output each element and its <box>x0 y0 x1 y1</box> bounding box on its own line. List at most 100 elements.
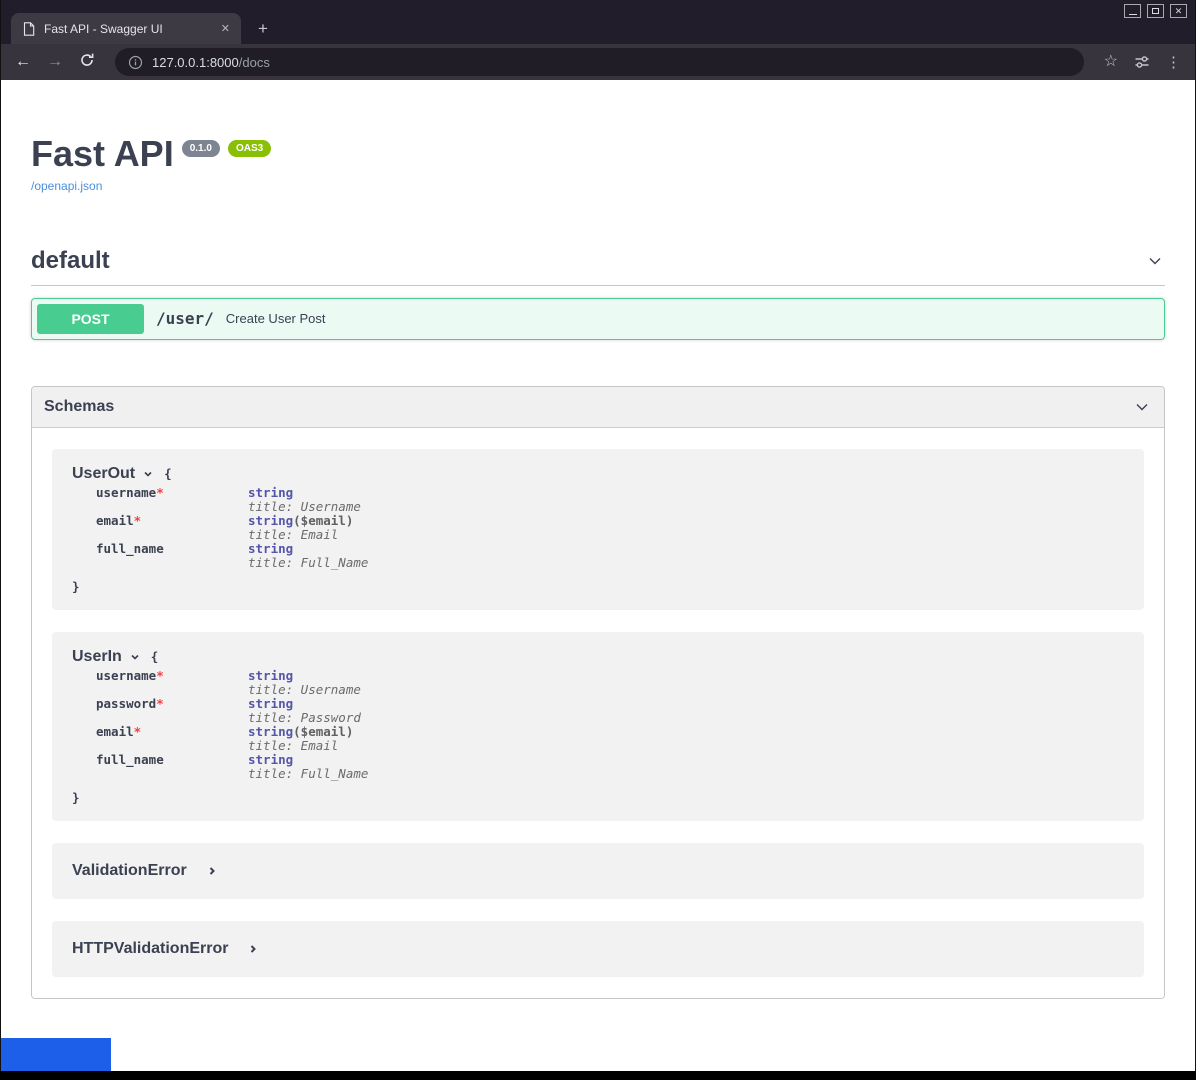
model-toggle[interactable]: HTTPValidationError <box>72 940 1124 958</box>
property-name: full_name <box>96 752 164 767</box>
brace-open: { <box>164 466 172 481</box>
schemas-title: Schemas <box>44 398 114 416</box>
property-name: full_name <box>96 541 164 556</box>
property-row: email* string($email) title: Email <box>96 725 1124 753</box>
property-title: title: Username <box>248 500 361 514</box>
new-tab-button[interactable]: + <box>258 20 268 37</box>
property-name: username <box>96 485 156 500</box>
chevron-down-icon <box>142 468 154 480</box>
property-title: title: Password <box>248 711 361 725</box>
model-name: UserOut <box>72 465 135 483</box>
property-name: email <box>96 513 134 528</box>
chevron-down-icon[interactable] <box>1145 251 1165 271</box>
api-title: Fast API <box>31 135 174 173</box>
chevron-down-icon <box>129 651 141 663</box>
desktop: ✕ Fast API - Swagger UI ✕ + ← → <box>0 0 1196 1080</box>
chevron-down-icon[interactable] <box>1132 397 1152 417</box>
model-userin: UserIn { username* string <box>52 632 1144 821</box>
property-name: password <box>96 696 156 711</box>
property-title: title: Username <box>248 683 361 697</box>
browser-tab[interactable]: Fast API - Swagger UI ✕ <box>11 13 241 44</box>
model-toggle[interactable]: ValidationError <box>72 862 1124 880</box>
schemas-section: Schemas UserOut <box>31 386 1165 999</box>
chevron-right-icon <box>247 943 259 955</box>
status-bubble <box>1 1038 111 1071</box>
oas3-badge: OAS3 <box>228 140 271 157</box>
property-title: title: Email <box>248 528 353 542</box>
openapi-spec-link[interactable]: /openapi.json <box>31 179 102 193</box>
tab-title: Fast API - Swagger UI <box>44 22 209 36</box>
model-name: UserIn <box>72 648 122 666</box>
property-row: email* string($email) title: Email <box>96 514 1124 542</box>
model-userout: UserOut { username* string <box>52 449 1144 610</box>
property-row: username* string title: Username <box>96 486 1124 514</box>
browser-chrome-top: ✕ Fast API - Swagger UI ✕ + <box>1 0 1195 44</box>
property-name: email <box>96 724 134 739</box>
menu-kebab-icon[interactable]: ⋮ <box>1166 55 1181 70</box>
back-button[interactable]: ← <box>15 54 31 70</box>
property-type: string <box>248 668 293 683</box>
reload-button[interactable] <box>79 52 95 72</box>
address-bar[interactable]: 127.0.0.1:8000/docs <box>115 48 1084 76</box>
brace-close: } <box>72 579 1124 594</box>
property-name: username <box>96 668 156 683</box>
maximize-button[interactable] <box>1147 4 1164 18</box>
minimize-button[interactable] <box>1124 4 1141 18</box>
site-info-icon[interactable] <box>128 55 143 70</box>
browser-toolbar: ← → 127.0.0.1:8000/docs ☆ ⋮ <box>1 44 1195 80</box>
property-type: string <box>248 696 293 711</box>
url-path: /docs <box>239 55 270 70</box>
property-row: full_name string title: Full_Name <box>96 753 1124 781</box>
property-row: password* string title: Password <box>96 697 1124 725</box>
brace-open: { <box>151 649 159 664</box>
page-favicon-icon <box>23 22 35 36</box>
schemas-header[interactable]: Schemas <box>32 387 1164 428</box>
operation-summary: Create User Post <box>226 311 326 326</box>
maximize-icon <box>1152 8 1159 14</box>
property-type: string <box>248 485 293 500</box>
property-title: title: Full_Name <box>248 556 368 570</box>
tag-default-header[interactable]: default <box>31 247 1165 286</box>
property-format: ($email) <box>293 513 353 528</box>
tab-close-icon[interactable]: ✕ <box>218 20 233 37</box>
required-star: * <box>156 485 164 500</box>
required-star: * <box>156 668 164 683</box>
url-host: 127.0.0.1:8000 <box>152 55 239 70</box>
tag-title: default <box>31 247 110 275</box>
model-name: ValidationError <box>72 862 187 880</box>
property-type: string <box>248 724 293 739</box>
close-button[interactable]: ✕ <box>1170 4 1187 18</box>
property-title: title: Email <box>248 739 353 753</box>
tab-strip: Fast API - Swagger UI ✕ + <box>1 0 1195 44</box>
forward-button[interactable]: → <box>47 54 63 70</box>
opblock-post-user[interactable]: POST /user/ Create User Post <box>31 298 1165 340</box>
property-list: username* string title: Username passwor… <box>96 669 1124 781</box>
model-name: HTTPValidationError <box>72 940 228 958</box>
page-content: Fast API 0.1.0 OAS3 /openapi.json defaul… <box>1 80 1195 1071</box>
brace-close: } <box>72 790 1124 805</box>
property-format: ($email) <box>293 724 353 739</box>
property-type: string <box>248 752 293 767</box>
tune-icon[interactable] <box>1134 54 1150 70</box>
model-toggle[interactable]: UserIn { <box>72 648 1124 666</box>
property-row: full_name string title: Full_Name <box>96 542 1124 570</box>
property-type: string <box>248 541 293 556</box>
property-row: username* string title: Username <box>96 669 1124 697</box>
operation-path: /user/ <box>156 309 214 328</box>
browser-window: ✕ Fast API - Swagger UI ✕ + ← → <box>0 0 1196 1071</box>
swagger-ui: Fast API 0.1.0 OAS3 /openapi.json defaul… <box>1 80 1195 999</box>
required-star: * <box>134 724 142 739</box>
api-info: Fast API 0.1.0 OAS3 /openapi.json <box>31 135 1165 195</box>
version-badge: 0.1.0 <box>182 140 220 157</box>
tag-section-default: default POST /user/ Create User Post <box>31 247 1165 340</box>
property-type: string <box>248 513 293 528</box>
property-title: title: Full_Name <box>248 767 368 781</box>
bookmark-star-icon[interactable]: ☆ <box>1104 54 1118 70</box>
window-controls: ✕ <box>1124 4 1187 18</box>
required-star: * <box>134 513 142 528</box>
method-badge: POST <box>37 304 144 334</box>
minimize-icon <box>1129 14 1137 15</box>
model-httpvalidationerror: HTTPValidationError <box>52 921 1144 977</box>
model-toggle[interactable]: UserOut { <box>72 465 1124 483</box>
chevron-right-icon <box>206 865 218 877</box>
